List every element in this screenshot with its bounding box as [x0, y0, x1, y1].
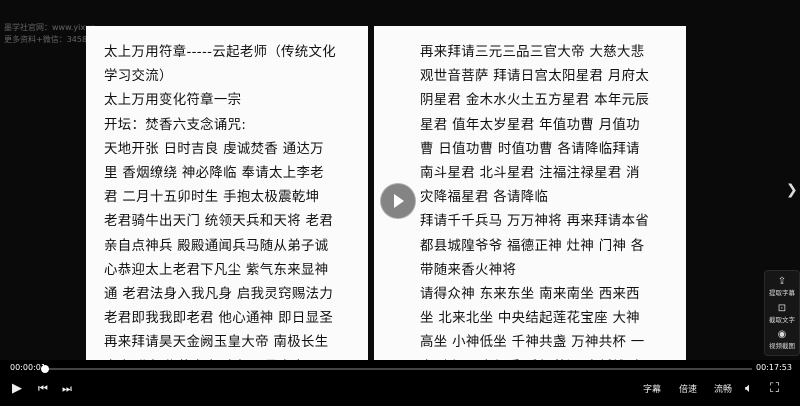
camera-icon: ◉ — [777, 329, 787, 340]
text-line: 开坛：焚香六支念诵咒: — [104, 117, 247, 133]
extract-subtitle-label: 提取字幕 — [769, 289, 795, 297]
video-frame[interactable]: 墨学社官网：www.yixue... 更多资料+微信：34583455... 太… — [0, 0, 800, 360]
right-document-page: 再来拜请三元三品三官大帝 大慈大悲 观世音菩萨 拜请日宫太阳星君 月府太 阴星君 金… — [374, 26, 686, 360]
play-icon — [394, 194, 404, 208]
text-line: 通 老君法身入我凡身 启我灵窍赐法力 — [104, 287, 334, 302]
text-line: 请得众神 东来东坐 南来南坐 西来西 — [420, 287, 640, 302]
progress-bar[interactable] — [41, 365, 752, 373]
text-line: 太上万用变化符章一宗 — [104, 93, 242, 109]
text-line: 太上万用符章-----云起老师（传统文化 — [104, 45, 337, 60]
upload-doc-icon: ⇪ — [777, 276, 787, 287]
subtitle-button[interactable]: 字幕 — [643, 382, 661, 395]
capture-text-button[interactable]: ⊡ 截取文字 — [765, 303, 799, 324]
video-screenshot-label: 视频截图 — [769, 342, 795, 350]
text-line: 里 香烟缭绕 神必降临 奉请太上李老 — [104, 166, 324, 181]
side-toolbar: ⇪ 提取字幕 ⊡ 截取文字 ◉ 视频截图 — [764, 270, 800, 356]
center-play-button[interactable] — [380, 183, 416, 219]
next-icon[interactable]: ⏭ — [62, 382, 72, 396]
text-line: 再来拜请昊天金阙玉皇大帝 南极长生 — [104, 335, 329, 351]
progress-handle[interactable] — [41, 365, 50, 373]
fullscreen-icon[interactable]: ⛶ — [770, 382, 779, 396]
text-line: 观世音菩萨 拜请日宫太阳星君 月府太 — [420, 69, 650, 85]
text-scan-icon: ⊡ — [777, 303, 787, 314]
text-line: 老君即我我即老君 他心通神 即日显圣 — [104, 311, 334, 327]
speed-button[interactable]: 倍速 — [679, 382, 697, 395]
player-controls: 00:00:01 00:17:53 ▶ ⏮ ⏭ 字幕 倍速 流畅 🔈︎ ⛶ — [0, 360, 800, 406]
text-line: 老君骑牛出天门 统领天兵和天将 老君 — [104, 214, 334, 230]
next-chevron-icon[interactable]: ❯ — [786, 182, 798, 198]
text-line: 心恭迎太上老君下凡尘 紫气东来显神 — [104, 262, 329, 278]
text-line: 南斗星君 北斗星君 注福注禄星君 消 — [420, 166, 640, 181]
text-line: 天地开张 日时吉良 虔诚焚香 通达万 — [104, 141, 324, 157]
text-line: 曹 日值功曹 时值功曹 各请降临拜请 — [420, 141, 640, 157]
capture-text-label: 截取文字 — [769, 316, 795, 324]
text-line: 拜请千千兵马 万万神将 再来拜请本省 — [420, 214, 650, 230]
text-line: 亲自点神兵 殿殿通闻兵马随从弟子诚 — [104, 238, 329, 254]
text-line: 坐 北来北坐 中央结起莲花宝座 大神 — [420, 311, 640, 327]
text-line: 学习交流） — [104, 69, 173, 85]
text-line: 星君 值年太岁星君 年值功曹 月值功 — [420, 117, 640, 133]
previous-icon[interactable]: ⏮ — [38, 382, 48, 396]
text-line: 都县城隍爷爷 福德正神 灶神 门神 各 — [420, 238, 645, 254]
text-line: 再来拜请三元三品三官大帝 大慈大悲 — [420, 45, 645, 60]
total-time: 00:17:53 — [756, 363, 792, 372]
play-pause-icon[interactable]: ▶ — [12, 382, 22, 396]
left-document-page: 太上万用符章-----云起老师（传统文化 学习交流） 太上万用变化符章一宗 开坛：焚香… — [86, 26, 368, 360]
text-line: 君 二月十五卯时生 手抱太极震乾坤 — [104, 190, 320, 206]
text-line: 灾降福星君 各请降临 — [420, 190, 549, 206]
volume-icon[interactable]: 🔈︎ — [745, 382, 753, 396]
text-line: 高坐 小神低坐 千神共盏 万神共杯 一 — [420, 335, 645, 351]
extract-subtitle-button[interactable]: ⇪ 提取字幕 — [765, 276, 799, 297]
text-line: 阴星君 金木水火土五方星君 本年元辰 — [420, 93, 650, 109]
video-screenshot-button[interactable]: ◉ 视频截图 — [765, 329, 799, 350]
text-line: 带随来香火神将 — [420, 262, 517, 278]
quality-button[interactable]: 流畅 — [714, 382, 732, 395]
